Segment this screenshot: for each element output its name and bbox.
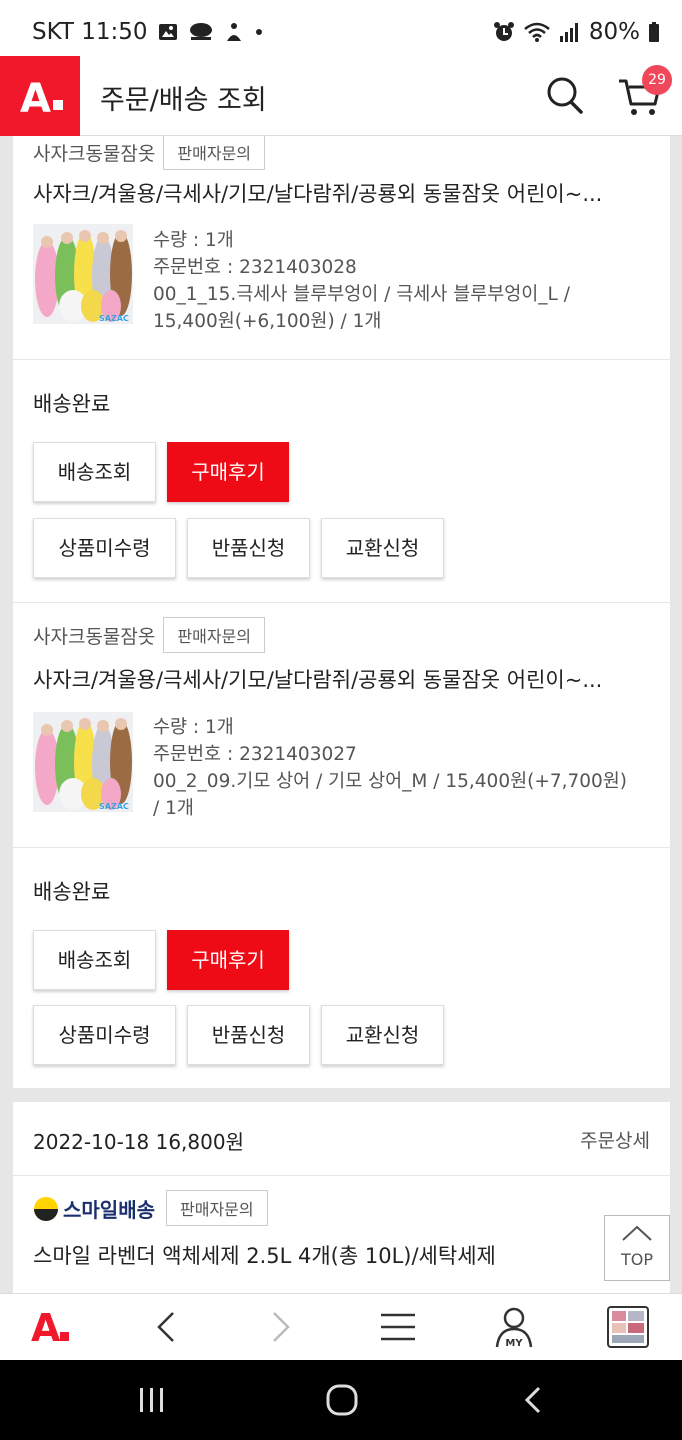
battery-percent: 80%	[588, 19, 640, 45]
app-notification-icon	[188, 22, 214, 42]
thumb-brand: SAZAC	[99, 802, 129, 811]
not-received-button[interactable]: 상품미수령	[33, 518, 176, 578]
home-logo-button[interactable]: A	[27, 1304, 77, 1350]
page-title: 주문/배송 조회	[100, 85, 267, 116]
status-time: SKT 11:50	[32, 19, 148, 45]
status-bar: SKT 11:50 80%	[0, 0, 682, 62]
seller-inquiry-button[interactable]: 판매자문의	[163, 134, 265, 170]
product-title[interactable]: 스마일 라벤더 액체세제 2.5L 4개(총 10L)/세탁세제	[33, 1240, 496, 1270]
my-label: MY	[505, 1338, 523, 1349]
battery-icon	[648, 21, 660, 43]
svg-text:A: A	[31, 1307, 61, 1347]
auction-logo[interactable]: A	[0, 56, 80, 136]
write-review-button[interactable]: 구매후기	[167, 442, 289, 502]
delivery-status: 배송완료	[33, 392, 111, 416]
chevron-up-icon	[622, 1225, 652, 1241]
option-line: 00_1_15.극세사 블루부엉이 / 극세사 블루부엉이_L /	[153, 284, 570, 305]
divider	[13, 359, 670, 360]
smile-delivery-logo: 스마일배송	[33, 1194, 155, 1223]
svg-text:A: A	[20, 76, 51, 122]
recent-apps-icon[interactable]	[130, 1378, 174, 1422]
seller-inquiry-button[interactable]: 판매자문의	[163, 617, 265, 653]
seller-inquiry-button[interactable]: 판매자문의	[166, 1190, 268, 1226]
product-details: 수량 : 1개 주문번호 : 2321403027 00_2_09.기모 상어 …	[153, 714, 653, 822]
seller-name[interactable]: 사자크동물잠옷	[33, 622, 155, 649]
tabs-thumbnail-icon[interactable]	[603, 1304, 653, 1350]
thumb-brand: SAZAC	[99, 314, 129, 323]
return-request-button[interactable]: 반품신청	[187, 1005, 310, 1065]
chevron-right-icon[interactable]	[256, 1304, 306, 1350]
product-title[interactable]: 사자크/겨울용/극세사/기모/날다람쥐/공룡외 동물잠옷 어린이~...	[33, 178, 653, 208]
home-icon[interactable]	[320, 1378, 364, 1422]
quantity: 수량 : 1개	[153, 717, 234, 738]
order-card: 2022-10-18 16,800원 주문상세 스마일배송 판매자문의 스마일 …	[13, 1102, 670, 1302]
wifi-icon	[523, 21, 551, 43]
signal-icon	[559, 21, 581, 43]
order-number: 주문번호 : 2321403027	[153, 744, 357, 765]
not-received-button[interactable]: 상품미수령	[33, 1005, 176, 1065]
product-thumbnail[interactable]: SAZAC	[33, 224, 133, 324]
my-page-button[interactable]: MY	[489, 1304, 539, 1350]
more-notifications-dot-icon	[254, 27, 264, 37]
system-back-icon[interactable]	[512, 1378, 556, 1422]
order-date-amount: 2022-10-18 16,800원	[33, 1130, 244, 1154]
scroll-top-button[interactable]: TOP	[604, 1215, 670, 1281]
product-thumbnail[interactable]: SAZAC	[33, 712, 133, 812]
seller-row: 사자크동물잠옷 판매자문의	[33, 134, 265, 170]
product-details: 수량 : 1개 주문번호 : 2321403028 00_1_15.극세사 블루…	[153, 227, 653, 335]
bottom-navigation: A MY	[0, 1293, 682, 1360]
write-review-button[interactable]: 구매후기	[167, 930, 289, 990]
order-card: 사자크동물잠옷 판매자문의 사자크/겨울용/극세사/기모/날다람쥐/공룡외 동물…	[13, 134, 670, 1088]
user-icon: MY	[495, 1307, 533, 1349]
divider	[13, 847, 670, 848]
smile-icon	[34, 1196, 58, 1221]
divider	[13, 1175, 670, 1176]
alarm-icon	[493, 21, 515, 43]
menu-icon[interactable]	[373, 1304, 423, 1350]
divider	[13, 602, 670, 603]
price-line: 15,400원(+6,100원) / 1개	[153, 311, 382, 332]
top-label: TOP	[620, 1250, 653, 1269]
track-delivery-button[interactable]: 배송조회	[33, 930, 156, 990]
price-line: / 1개	[153, 798, 194, 819]
chevron-left-icon[interactable]	[141, 1304, 191, 1350]
exchange-request-button[interactable]: 교환신청	[321, 518, 444, 578]
seller-row: 사자크동물잠옷 판매자문의	[33, 617, 265, 653]
seller-name[interactable]: 사자크동물잠옷	[33, 139, 155, 166]
quantity: 수량 : 1개	[153, 230, 234, 251]
order-detail-link[interactable]: 주문상세	[580, 1126, 650, 1153]
assistant-notification-icon	[224, 21, 244, 43]
return-request-button[interactable]: 반품신청	[187, 518, 310, 578]
smile-delivery-text: 스마일배송	[63, 1198, 155, 1222]
order-number: 주문번호 : 2321403028	[153, 257, 357, 278]
search-icon[interactable]	[544, 75, 584, 115]
gallery-notification-icon	[158, 22, 178, 42]
exchange-request-button[interactable]: 교환신청	[321, 1005, 444, 1065]
option-line: 00_2_09.기모 상어 / 기모 상어_M / 15,400원(+7,700…	[153, 771, 628, 792]
product-title[interactable]: 사자크/겨울용/극세사/기모/날다람쥐/공룡외 동물잠옷 어린이~...	[33, 664, 653, 694]
system-navigation-bar	[0, 1360, 682, 1440]
app-header: A 주문/배송 조회	[0, 56, 682, 136]
cart-count-badge: 29	[642, 65, 672, 95]
delivery-status: 배송완료	[33, 880, 111, 904]
track-delivery-button[interactable]: 배송조회	[33, 442, 156, 502]
